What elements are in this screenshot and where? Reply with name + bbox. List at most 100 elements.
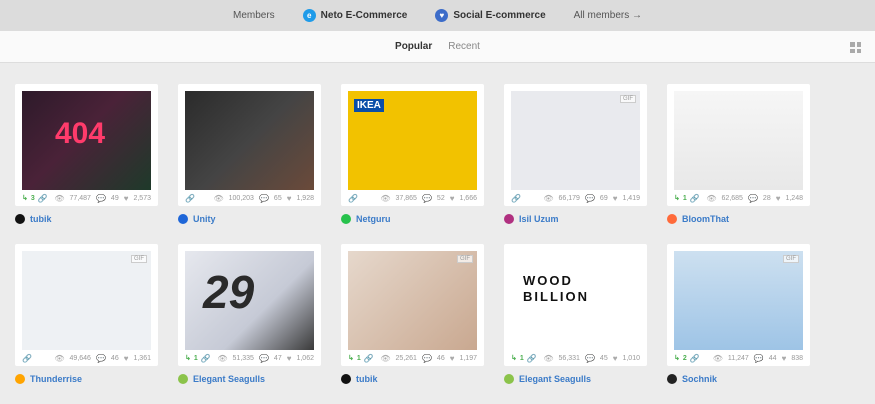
author-name[interactable]: Elegant Seagulls (519, 374, 591, 384)
likes-icon[interactable]: ♥ (124, 354, 129, 363)
link-icon[interactable]: 🔗 (511, 194, 521, 203)
neto-link[interactable]: e Neto E-Commerce (302, 9, 408, 22)
author-name[interactable]: tubik (356, 374, 378, 384)
author-avatar[interactable] (667, 214, 677, 224)
shot-thumbnail[interactable]: 404 (22, 91, 151, 190)
shot-thumbnail[interactable] (674, 91, 803, 190)
views-count: 37,865 (395, 194, 417, 202)
social-link[interactable]: ♥ Social E-commerce (435, 9, 546, 22)
link-icon[interactable]: 🔗 (185, 194, 195, 203)
author-link[interactable]: Elegant Seagulls (178, 366, 321, 404)
shot-thumbnail[interactable]: WOOD BILLION (511, 251, 640, 350)
tab-popular[interactable]: Popular (395, 41, 432, 52)
shot-frame[interactable]: 29 ↳ 1 🔗 👁 51,335 💬 47 ♥ 1,062 (178, 244, 321, 366)
author-name[interactable]: Elegant Seagulls (193, 374, 265, 384)
members-link[interactable]: Members (233, 10, 275, 21)
link-icon[interactable]: 🔗 (690, 354, 700, 363)
shot-frame[interactable]: GIF ↳ 1 🔗 👁 25,261 💬 46 ♥ 1,197 (341, 244, 484, 366)
rebound-icon[interactable]: ↳ (511, 354, 517, 362)
author-link[interactable]: Elegant Seagulls (504, 366, 647, 404)
shot-thumbnail[interactable]: GIF (22, 251, 151, 350)
shot-thumbnail[interactable]: GIF (674, 251, 803, 350)
shot-frame[interactable]: GIF 🔗 👁 49,646 💬 46 ♥ 1,361 (15, 244, 158, 366)
shot-frame[interactable]: GIF 🔗 👁 66,179 💬 69 ♥ 1,419 (504, 84, 647, 206)
shot-card[interactable]: GIF 🔗 👁 66,179 💬 69 ♥ 1,419 Isil Uzum (504, 84, 647, 244)
shot-thumbnail[interactable]: 29 (185, 251, 314, 350)
neto-label: Neto E-Commerce (320, 10, 408, 21)
comments-count: 65 (273, 194, 282, 202)
author-name[interactable]: Isil Uzum (519, 214, 559, 224)
rebound-icon[interactable]: ↳ (22, 194, 28, 202)
shot-card[interactable]: WOOD BILLION ↳ 1 🔗 👁 56,331 💬 45 ♥ 1,010 Ele… (504, 244, 647, 404)
author-link[interactable]: Netguru (341, 206, 484, 244)
shot-card[interactable]: GIF ↳ 2 🔗 👁 11,247 💬 44 ♥ 838 Sochnik (667, 244, 810, 404)
author-link[interactable]: Thunderrise (15, 366, 158, 404)
link-icon[interactable]: 🔗 (690, 194, 700, 203)
rebound-icon[interactable]: ↳ (674, 194, 680, 202)
views-icon: 👁 (54, 193, 65, 203)
shot-thumbnail[interactable]: GIF (511, 91, 640, 190)
shot-card[interactable]: GIF 🔗 👁 49,646 💬 46 ♥ 1,361 Thunderrise (15, 244, 158, 404)
likes-icon[interactable]: ♥ (287, 354, 292, 363)
likes-icon[interactable]: ♥ (776, 194, 781, 203)
link-icon[interactable]: 🔗 (348, 194, 358, 203)
author-avatar[interactable] (341, 214, 351, 224)
author-name[interactable]: Netguru (356, 214, 391, 224)
author-avatar[interactable] (178, 374, 188, 384)
rebound-icon[interactable]: ↳ (185, 354, 191, 362)
author-link[interactable]: Sochnik (667, 366, 810, 404)
shot-card[interactable]: 29 ↳ 1 🔗 👁 51,335 💬 47 ♥ 1,062 Elegant Seagu… (178, 244, 321, 404)
link-icon[interactable]: 🔗 (38, 194, 48, 203)
shot-card[interactable]: 🔗 👁 100,203 💬 65 ♥ 1,928 Unity (178, 84, 321, 244)
shot-card[interactable]: ↳ 1 🔗 👁 62,685 💬 28 ♥ 1,248 BloomThat (667, 84, 810, 244)
shot-frame[interactable]: 404 ↳ 3 🔗 👁 77,487 💬 49 ♥ 2,573 (15, 84, 158, 206)
author-name[interactable]: Sochnik (682, 374, 717, 384)
shot-thumbnail[interactable]: GIF (348, 251, 477, 350)
shot-frame[interactable]: ↳ 1 🔗 👁 62,685 💬 28 ♥ 1,248 (667, 84, 810, 206)
author-avatar[interactable] (504, 214, 514, 224)
likes-icon[interactable]: ♥ (450, 354, 455, 363)
author-avatar[interactable] (504, 374, 514, 384)
rebound-icon[interactable]: ↳ (348, 354, 354, 362)
author-avatar[interactable] (667, 374, 677, 384)
link-icon[interactable]: 🔗 (527, 354, 537, 363)
link-icon[interactable]: 🔗 (22, 354, 32, 363)
author-name[interactable]: Unity (193, 214, 216, 224)
author-name[interactable]: BloomThat (682, 214, 729, 224)
likes-count: 1,666 (459, 194, 477, 202)
likes-icon[interactable]: ♥ (287, 194, 292, 203)
author-avatar[interactable] (341, 374, 351, 384)
rebound-icon[interactable]: ↳ (674, 354, 680, 362)
author-name[interactable]: tubik (30, 214, 52, 224)
author-link[interactable]: Unity (178, 206, 321, 244)
shot-frame[interactable]: 🔗 👁 100,203 💬 65 ♥ 1,928 (178, 84, 321, 206)
shot-thumbnail[interactable] (185, 91, 314, 190)
grid-view-icon[interactable] (850, 42, 861, 53)
tab-recent[interactable]: Recent (448, 41, 480, 52)
author-name[interactable]: Thunderrise (30, 374, 82, 384)
author-link[interactable]: tubik (15, 206, 158, 244)
author-avatar[interactable] (15, 374, 25, 384)
shot-frame[interactable]: WOOD BILLION ↳ 1 🔗 👁 56,331 💬 45 ♥ 1,010 (504, 244, 647, 366)
author-link[interactable]: Isil Uzum (504, 206, 647, 244)
author-avatar[interactable] (15, 214, 25, 224)
views-icon: 👁 (543, 353, 554, 363)
link-icon[interactable]: 🔗 (201, 354, 211, 363)
author-link[interactable]: BloomThat (667, 206, 810, 244)
shot-frame[interactable]: IKEA 🔗 👁 37,865 💬 52 ♥ 1,666 (341, 84, 484, 206)
likes-icon[interactable]: ♥ (124, 194, 129, 203)
all-members-link[interactable]: All members → (574, 10, 642, 21)
shot-frame[interactable]: GIF ↳ 2 🔗 👁 11,247 💬 44 ♥ 838 (667, 244, 810, 366)
likes-icon[interactable]: ♥ (450, 194, 455, 203)
shot-card[interactable]: GIF ↳ 1 🔗 👁 25,261 💬 46 ♥ 1,197 tubik (341, 244, 484, 404)
shot-card[interactable]: IKEA 🔗 👁 37,865 💬 52 ♥ 1,666 Netguru (341, 84, 484, 244)
link-icon[interactable]: 🔗 (364, 354, 374, 363)
shot-card[interactable]: 404 ↳ 3 🔗 👁 77,487 💬 49 ♥ 2,573 tubik (15, 84, 158, 244)
likes-icon[interactable]: ♥ (613, 354, 618, 363)
likes-icon[interactable]: ♥ (613, 194, 618, 203)
neto-icon: e (302, 9, 316, 22)
author-avatar[interactable] (178, 214, 188, 224)
author-link[interactable]: tubik (341, 366, 484, 404)
likes-icon[interactable]: ♥ (782, 354, 787, 363)
shot-thumbnail[interactable]: IKEA (348, 91, 477, 190)
